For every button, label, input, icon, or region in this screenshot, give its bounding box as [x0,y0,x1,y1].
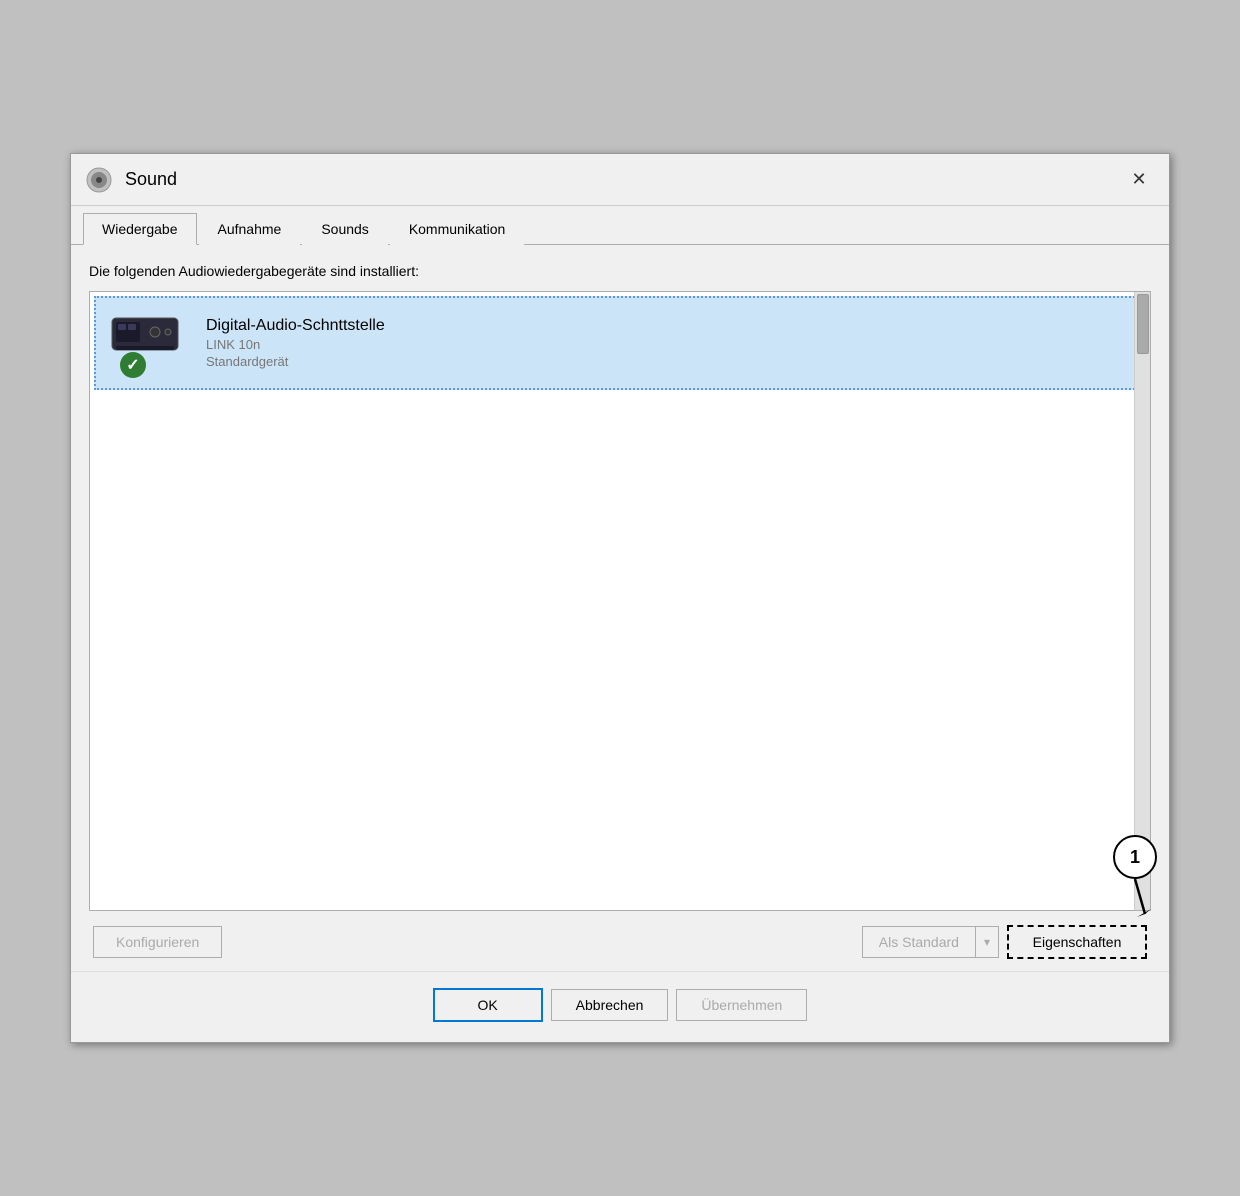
als-standard-split: Als Standard ▾ [862,926,999,958]
close-button[interactable]: ✕ [1121,162,1157,198]
device-name: Digital-Audio-Schnttstelle [206,317,1130,335]
ok-button[interactable]: OK [433,988,543,1022]
title-bar: Sound ✕ [71,154,1169,206]
window-title: Sound [125,169,1121,190]
apply-button[interactable]: Übernehmen [676,989,807,1021]
annotation-arrow-icon [1115,879,1155,919]
device-sub2: Standardgerät [206,354,1130,369]
tab-content: Die folgenden Audiowiedergabegeräte sind… [71,245,1169,971]
default-device-badge: ✓ [120,352,146,378]
eigenschaften-button[interactable]: Eigenschaften [1007,925,1147,959]
device-info: Digital-Audio-Schnttstelle LINK 10n Stan… [206,317,1130,369]
action-buttons-row: Konfigurieren Als Standard ▾ 1 Eigenscha… [89,925,1151,959]
device-list[interactable]: ✓ Digital-Audio-Schnttstelle LINK 10n St… [89,291,1151,911]
tab-kommunikation[interactable]: Kommunikation [390,213,525,245]
als-standard-arrow[interactable]: ▾ [975,926,999,958]
footer-buttons: OK Abbrechen Übernehmen [71,971,1169,1042]
konfigurieren-button[interactable]: Konfigurieren [93,926,222,958]
annotation-number: 1 [1113,835,1157,879]
device-item[interactable]: ✓ Digital-Audio-Schnttstelle LINK 10n St… [94,296,1146,390]
tab-aufnahme[interactable]: Aufnahme [199,213,301,245]
sound-dialog: Sound ✕ Wiedergabe Aufnahme Sounds Kommu… [70,153,1170,1043]
tab-sounds[interactable]: Sounds [302,213,387,245]
tabs-bar: Wiedergabe Aufnahme Sounds Kommunikation [71,206,1169,245]
scrollbar[interactable] [1134,292,1150,910]
description-text: Die folgenden Audiowiedergabegeräte sind… [89,263,1151,279]
annotation-group: 1 [1113,835,1157,919]
sound-icon [83,164,115,196]
device-sub1: LINK 10n [206,337,1130,352]
device-icon-area: ✓ [110,308,190,378]
cancel-button[interactable]: Abbrechen [551,989,669,1021]
tab-wiedergabe[interactable]: Wiedergabe [83,213,197,245]
als-standard-button[interactable]: Als Standard [862,926,975,958]
scrollbar-thumb[interactable] [1137,294,1149,354]
